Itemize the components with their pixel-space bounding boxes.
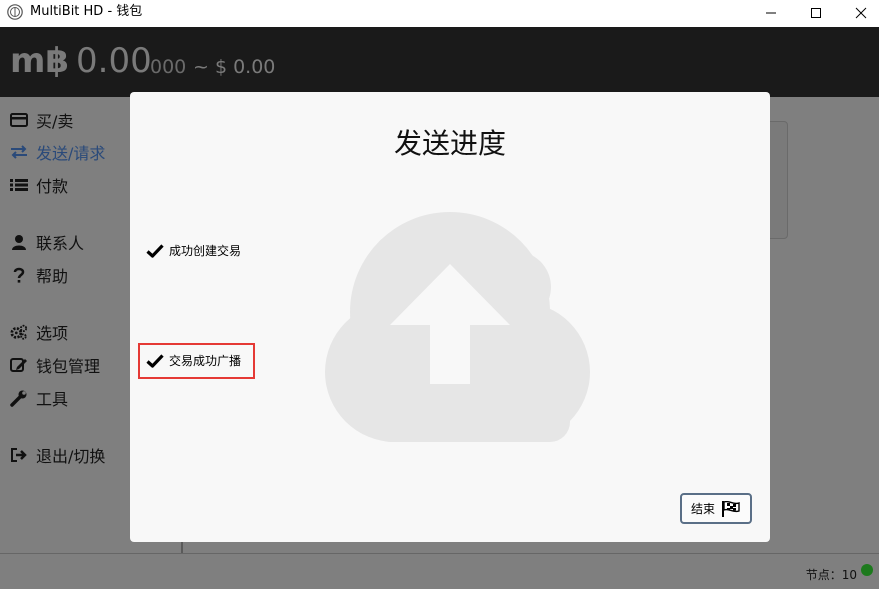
send-progress-dialog: 发送进度 成功创建交易 交易成功广播 结束 [130, 92, 770, 542]
question-icon [10, 266, 28, 284]
edit-icon [10, 356, 28, 374]
sidebar-item-label: 帮助 [36, 267, 69, 286]
sidebar-item-options[interactable]: 选项 [10, 320, 68, 344]
sidebar-item-send-request[interactable]: 发送/请求 [10, 140, 105, 164]
sidebar-item-contacts[interactable]: 联系人 [10, 230, 84, 254]
list-icon [10, 176, 28, 194]
connection-status-indicator [861, 564, 873, 576]
peer-count: 节点：10 [805, 568, 857, 582]
multibit-logo-icon [7, 4, 23, 20]
sidebar-item-buy-sell[interactable]: 买/卖 [10, 108, 73, 132]
close-icon [855, 7, 867, 18]
step-label: 交易成功广播 [169, 354, 242, 368]
maximize-button[interactable] [793, 0, 839, 25]
sidebar-item-label: 工具 [36, 390, 69, 409]
sidebar-item-label: 退出/切换 [36, 447, 106, 466]
minimize-icon [766, 12, 776, 13]
close-window-button[interactable] [838, 0, 879, 25]
sidebar-item-help[interactable]: 帮助 [10, 263, 68, 287]
sidebar-item-exit-switch[interactable]: 退出/切换 [10, 443, 105, 467]
sidebar-item-tools[interactable]: 工具 [10, 386, 68, 410]
window-title: MultiBit HD - 钱包 [30, 4, 143, 19]
maximize-icon [811, 7, 821, 18]
step-label: 成功创建交易 [169, 244, 242, 258]
finish-button[interactable]: 结束 [680, 493, 752, 524]
minimize-button[interactable] [748, 0, 794, 25]
bitcoin-unit-symbol: m฿ [10, 41, 70, 81]
sidebar-item-label: 发送/请求 [36, 144, 106, 163]
cogs-icon [10, 323, 28, 341]
user-icon [10, 233, 28, 251]
balance-header: m฿ 0.00 000 ~ $ 0.00 [0, 27, 879, 97]
step-transaction-broadcast: 交易成功广播 [146, 352, 241, 369]
dialog-title: 发送进度 [393, 127, 506, 160]
balance-amount: 0.00 [76, 41, 152, 81]
wrench-icon [10, 389, 28, 407]
status-bar: 节点：10 [0, 553, 879, 589]
checkered-flag-icon [722, 500, 740, 517]
exchange-arrows-icon [10, 143, 28, 161]
sidebar-item-label: 钱包管理 [36, 357, 101, 376]
sidebar-item-wallet-management[interactable]: 钱包管理 [10, 353, 100, 377]
step-transaction-created: 成功创建交易 [146, 242, 241, 259]
finish-button-label: 结束 [690, 502, 715, 516]
sidebar-item-label: 选项 [36, 324, 69, 343]
cloud-upload-icon [325, 212, 590, 442]
sidebar-item-payments[interactable]: 付款 [10, 173, 68, 197]
sign-out-icon [10, 446, 28, 464]
sidebar-item-label: 买/卖 [36, 112, 74, 131]
sidebar-item-label: 联系人 [36, 234, 85, 253]
checkmark-icon [146, 243, 164, 258]
fiat-balance: ~ $ 0.00 [193, 56, 276, 78]
balance-sub-digits: 000 [150, 56, 187, 78]
window-titlebar: MultiBit HD - 钱包 [0, 0, 879, 27]
checkmark-icon [146, 353, 164, 368]
credit-card-icon [10, 111, 28, 129]
sidebar-item-label: 付款 [36, 177, 69, 196]
